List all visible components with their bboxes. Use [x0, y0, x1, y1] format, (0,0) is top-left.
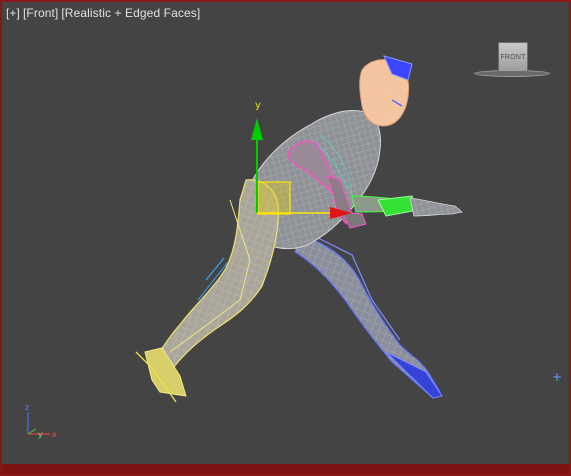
- right-leg-mesh[interactable]: [294, 234, 443, 399]
- crosshair-icon: +: [552, 370, 563, 384]
- triad-y-label: y: [38, 430, 43, 439]
- gizmo-y-axis-label: y: [255, 100, 261, 111]
- triad-z-label: z: [25, 403, 30, 412]
- axis-triad-icon: [27, 412, 50, 435]
- axis-triad: z y x: [16, 398, 66, 448]
- status-bar-strip: [0, 464, 571, 476]
- head-mesh[interactable]: [359, 55, 413, 127]
- left-leg-mesh[interactable]: [135, 179, 279, 403]
- viewport-front[interactable]: [+] [Front] [Realistic + Edged Faces] FR…: [0, 0, 571, 476]
- triad-x-label: x: [52, 430, 57, 439]
- right-arm-mesh[interactable]: [351, 195, 463, 217]
- scene-canvas[interactable]: [0, 0, 571, 476]
